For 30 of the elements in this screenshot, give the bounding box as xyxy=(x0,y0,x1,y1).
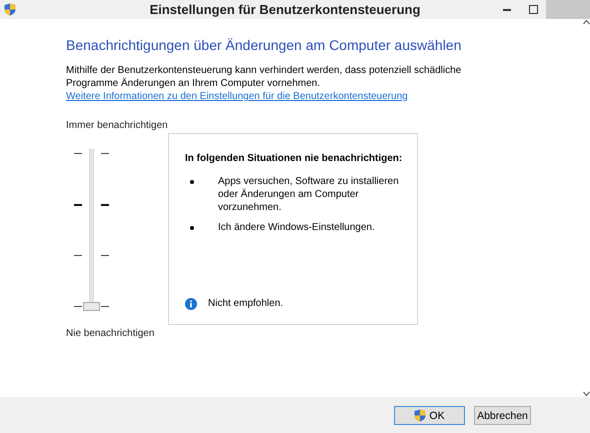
slider-tick xyxy=(74,204,82,206)
info-title: In folgenden Situationen nie benachrichtigen: xyxy=(185,152,402,165)
note-text: Nicht empfohlen. xyxy=(208,297,284,310)
slider-tick xyxy=(74,255,82,256)
shield-icon xyxy=(4,3,16,16)
bullet-icon xyxy=(190,180,194,184)
slider-tick xyxy=(101,153,109,154)
slider-tick xyxy=(74,306,82,307)
bullet-icon xyxy=(190,226,194,230)
slider-tick xyxy=(101,306,109,307)
info-link[interactable]: Weitere Informationen zu den Einstellungen für die Benutzerkontensteuerung xyxy=(66,90,408,103)
cancel-button[interactable]: Abbrechen xyxy=(474,406,531,425)
slider-thumb[interactable] xyxy=(83,302,100,311)
info-icon xyxy=(185,298,197,310)
shield-icon xyxy=(414,409,426,422)
scroll-down-icon[interactable] xyxy=(583,391,590,397)
window-title: Einstellungen für Benutzerkontensteuerung xyxy=(148,2,422,17)
maximize-icon xyxy=(528,5,538,14)
slider-label: Immer benachrichtigen xyxy=(66,119,168,132)
heading: Benachrichtigungen über Änderungen am Computer auswählen xyxy=(66,37,462,53)
scroll-up-icon[interactable] xyxy=(583,19,590,25)
description-text: Mithilfe der Benutzerkontensteuerung kann verhindert werden, dass potenziell schädliche Programme Änderungen an Ihrem Computer vornehmen. xyxy=(66,64,462,90)
slider-tick xyxy=(101,255,109,256)
bullet-text: Ich ändere Windows-Einstellungen. xyxy=(218,221,376,234)
minimize-icon xyxy=(503,8,511,10)
ok-button[interactable]: OK xyxy=(394,406,465,425)
bullet-text: Apps versuchen, Software zu installieren oder Änderungen am Computer vorzunehmen. xyxy=(218,175,400,214)
slider-label: Nie benachrichtigen xyxy=(66,327,154,340)
slider-tick xyxy=(101,204,109,206)
slider-tick xyxy=(74,153,82,154)
